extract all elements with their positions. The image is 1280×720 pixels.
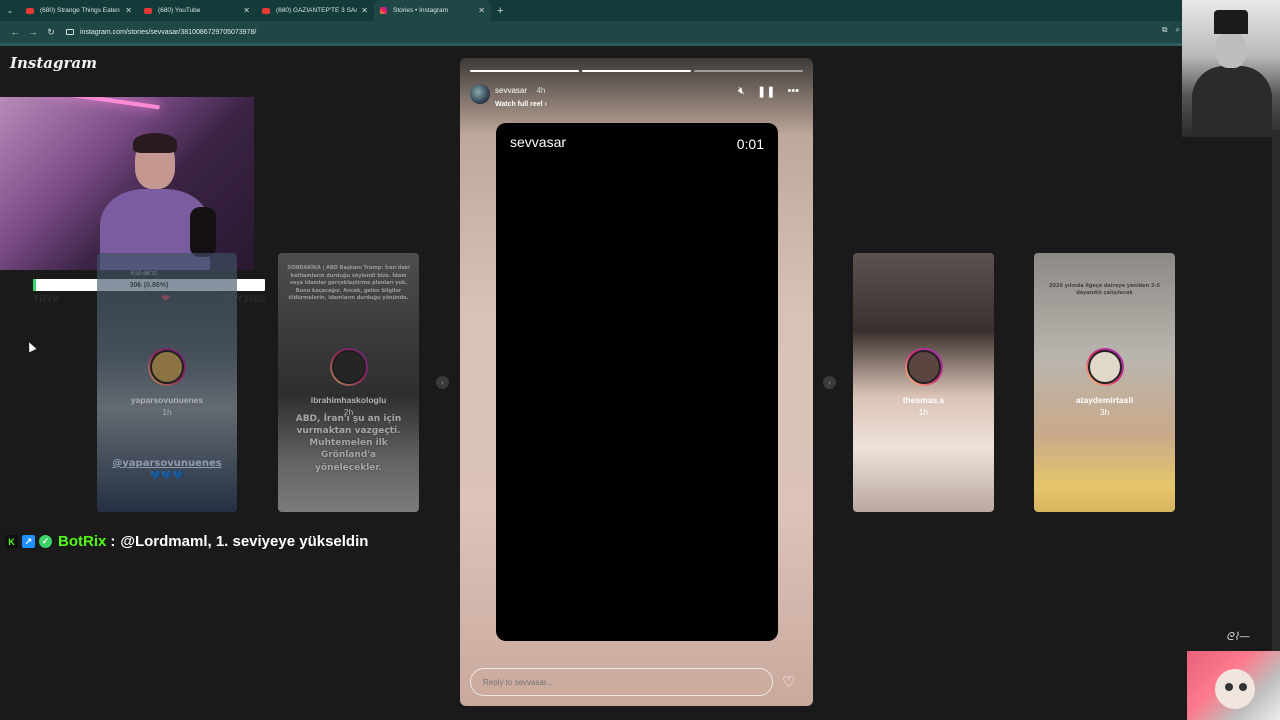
instagram-icon bbox=[380, 7, 387, 14]
portrait-photo bbox=[1182, 0, 1280, 137]
story-time: 4h bbox=[536, 86, 546, 95]
bot-badge-icon: ↗ bbox=[22, 535, 35, 548]
chevron-left-icon[interactable]: ‹ bbox=[436, 376, 449, 389]
story-progress bbox=[470, 70, 803, 72]
card-age: 1h bbox=[918, 407, 929, 417]
back-arrow-icon[interactable]: ← bbox=[6, 27, 24, 37]
url-field[interactable]: instagram.com/stories/sevvasar/381008672… bbox=[66, 29, 256, 36]
story-card-ataydemirtasli[interactable]: 2026 yılında ilgeçe daireye yeniden 3-5 … bbox=[1034, 253, 1175, 512]
watch-full-reel-link[interactable]: Watch full reel › bbox=[495, 101, 547, 108]
reload-icon[interactable]: ↻ bbox=[42, 27, 60, 38]
card-username: yaparsovunuenes bbox=[130, 395, 204, 405]
tab-1[interactable]: (680) Strange Things Eaten in ✕ bbox=[20, 0, 138, 21]
story-video[interactable]: sevvasar 0:01 bbox=[496, 123, 778, 641]
streamer-hair bbox=[133, 133, 177, 153]
story-viewer[interactable]: sevvasar 4h Watch full reel › 🔇︎ ❚❚ ••• … bbox=[460, 58, 813, 706]
story-avatar[interactable] bbox=[470, 84, 490, 104]
card-age: 3h bbox=[1099, 407, 1110, 417]
card-headline: ABD, İran'ı şu an için vurmaktan vazgeçt… bbox=[295, 414, 402, 473]
card-news-text: SONDAKİKA | ABD Başkanı Trump: İran'daki… bbox=[287, 265, 410, 301]
cat-face bbox=[1215, 669, 1255, 709]
url-text: instagram.com/stories/sevvasar/381008672… bbox=[80, 28, 257, 36]
more-icon[interactable]: ••• bbox=[787, 85, 799, 98]
cat-eye bbox=[1225, 683, 1233, 691]
reply-input[interactable] bbox=[470, 668, 773, 696]
webcam-overlay bbox=[0, 97, 254, 270]
story-card-yaparsovunuenes[interactable]: yaparsovunuenes 1h @yaparsovunuenes 💙💙💙 bbox=[97, 253, 237, 512]
close-icon[interactable]: ✕ bbox=[243, 6, 250, 15]
youtube-icon bbox=[26, 7, 34, 14]
story-card-ibrahimhaskologlu[interactable]: SONDAKİKA | ABD Başkanı Trump: İran'daki… bbox=[278, 253, 419, 512]
chevron-right-icon[interactable]: › bbox=[823, 376, 836, 389]
chat-message: K ↗ ✓ BotRix : @Lordmaml, 1. seviyeye yü… bbox=[5, 533, 368, 550]
cat-webcam bbox=[1187, 651, 1280, 720]
avatar bbox=[148, 348, 186, 386]
goal-min: TRY0 bbox=[33, 294, 59, 305]
tab-label: (680) YouTube bbox=[158, 7, 201, 14]
youtube-icon bbox=[144, 7, 152, 14]
tab-label: Stories • Instagram bbox=[393, 7, 449, 14]
tab-label: (680) Strange Things Eaten in bbox=[40, 7, 122, 14]
microphone bbox=[190, 207, 216, 257]
card-age: 1h bbox=[162, 407, 172, 417]
card-mention: @yaparsovunuenes bbox=[112, 458, 222, 469]
card-username: thesmas.s bbox=[902, 395, 945, 405]
kick-badge-icon: K bbox=[5, 535, 18, 548]
close-icon[interactable]: ✕ bbox=[361, 6, 368, 15]
install-icon[interactable]: ⧉ bbox=[1162, 25, 1168, 35]
site-info-icon[interactable] bbox=[66, 29, 74, 35]
youtube-icon bbox=[262, 7, 270, 14]
avatar bbox=[1085, 348, 1124, 386]
zoom-icon[interactable]: ⌕ bbox=[1176, 25, 1180, 35]
video-username: sevvasar bbox=[510, 134, 567, 150]
chat-text: @Lordmaml, 1. seviyeye yükseldin bbox=[120, 533, 369, 550]
chat-username: BotRix bbox=[58, 533, 107, 550]
chat-separator: : bbox=[110, 533, 116, 550]
tab-4-active[interactable]: Stories • Instagram ✕ bbox=[374, 0, 491, 21]
tab-search-icon[interactable]: ⌄ bbox=[0, 0, 20, 21]
mute-icon[interactable]: 🔇︎ bbox=[738, 85, 745, 98]
pause-icon[interactable]: ❚❚ bbox=[757, 85, 775, 98]
avatar bbox=[904, 348, 943, 386]
page-scrollbar[interactable] bbox=[1272, 130, 1280, 720]
instagram-logo[interactable]: Instagram bbox=[10, 54, 97, 72]
verified-badge-icon: ✓ bbox=[39, 535, 52, 548]
led-light bbox=[40, 97, 160, 110]
close-icon[interactable]: ✕ bbox=[125, 6, 132, 15]
story-card-thesmas[interactable]: thesmas.s 1h bbox=[853, 253, 994, 512]
tab-2[interactable]: (680) YouTube ✕ bbox=[138, 0, 256, 21]
avatar bbox=[329, 348, 368, 386]
tab-label: (680) GAZİANTEP'TE 3 SAATTE bbox=[276, 7, 357, 14]
photo-coat bbox=[1192, 66, 1272, 137]
story-username[interactable]: sevvasar bbox=[495, 86, 527, 95]
progress-segment bbox=[582, 70, 691, 72]
card-hearts: 💙💙💙 bbox=[150, 471, 184, 481]
forward-arrow-icon[interactable]: → bbox=[24, 27, 42, 37]
cat-eye bbox=[1239, 683, 1247, 691]
progress-segment bbox=[694, 70, 803, 72]
video-timer: 0:01 bbox=[736, 136, 764, 152]
photo-face bbox=[1216, 32, 1246, 68]
progress-segment bbox=[470, 70, 579, 72]
photo-hat bbox=[1214, 10, 1248, 34]
close-icon[interactable]: ✕ bbox=[478, 6, 485, 15]
chrome-separator bbox=[0, 43, 1280, 46]
signature-logo: ᘓ⌇— bbox=[1226, 630, 1251, 643]
card-username: ibrahimhaskologlu bbox=[310, 395, 387, 405]
card-caption: 2026 yılında ilgeçe daireye yeniden 3-5 … bbox=[1049, 283, 1160, 296]
mouse-cursor bbox=[25, 340, 37, 353]
address-bar: ← → ↻ instagram.com/stories/sevvasar/381… bbox=[0, 21, 1280, 43]
card-username: ataydemirtasli bbox=[1075, 395, 1134, 405]
new-tab-button[interactable]: + bbox=[497, 5, 503, 17]
heart-icon[interactable]: ♡ bbox=[782, 673, 795, 691]
story-header: sevvasar 4h Watch full reel › bbox=[470, 80, 547, 108]
browser-tab-bar: ⌄ (680) Strange Things Eaten in ✕ (680) … bbox=[0, 0, 1280, 21]
tab-3[interactable]: (680) GAZİANTEP'TE 3 SAATTE ✕ bbox=[256, 0, 374, 21]
